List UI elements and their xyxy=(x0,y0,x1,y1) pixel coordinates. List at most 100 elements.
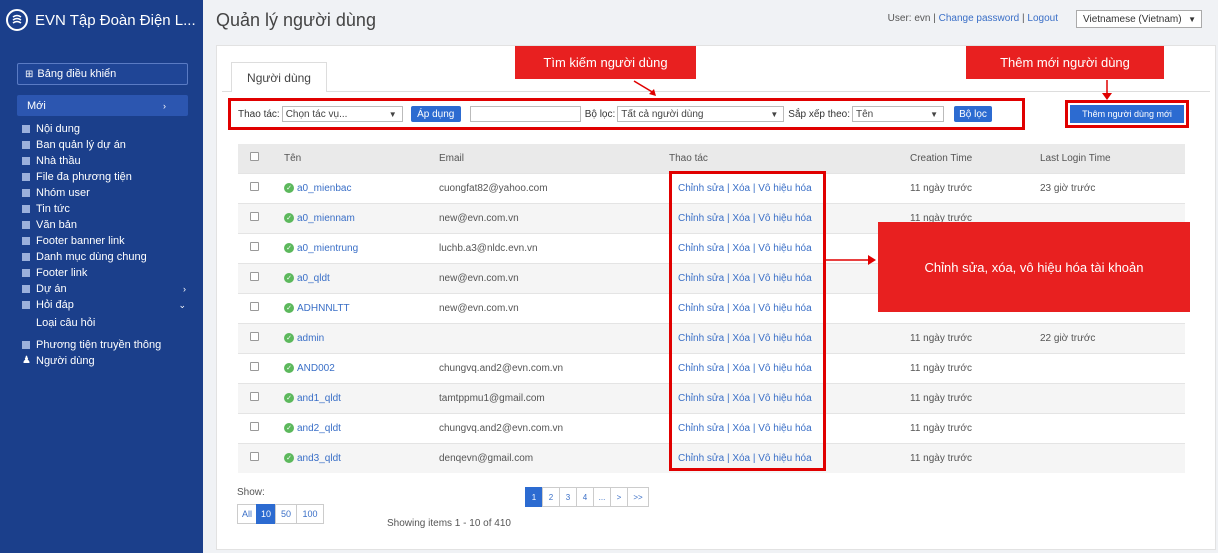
page-size-selector: All 10 50 100 xyxy=(237,504,324,524)
page-icon xyxy=(22,173,30,181)
username-link[interactable]: a0_qldt xyxy=(297,273,330,284)
username-link[interactable]: and1_qldt xyxy=(297,393,341,404)
evn-logo-icon xyxy=(6,9,28,31)
sidebar-item-footer-link[interactable]: Footer link xyxy=(22,265,192,281)
sidebar-item-van-ban[interactable]: Văn bản xyxy=(22,217,192,233)
row-checkbox[interactable] xyxy=(250,272,259,281)
sidebar-item-nhom-user[interactable]: Nhóm user xyxy=(22,185,192,201)
username-link[interactable]: a0_mientrung xyxy=(297,243,358,254)
username-link[interactable]: admin xyxy=(297,333,324,344)
sidebar-item-label: Nhà thầu xyxy=(36,155,81,167)
row-checkbox[interactable] xyxy=(250,332,259,341)
row-checkbox[interactable] xyxy=(250,392,259,401)
filter-label: Bộ lọc: xyxy=(584,108,616,120)
sidebar-item-noi-dung[interactable]: Nội dung xyxy=(22,121,192,137)
page-icon xyxy=(22,253,30,261)
new-menu-button[interactable]: Mới › xyxy=(17,95,188,116)
language-value: Vietnamese (Vietnam) xyxy=(1083,13,1182,25)
page-1[interactable]: 1 xyxy=(525,487,543,507)
row-checkbox[interactable] xyxy=(250,212,259,221)
page-size-50[interactable]: 50 xyxy=(275,504,297,524)
sidebar-item-users[interactable]: ♟ Người dùng xyxy=(22,353,192,369)
col-creation-time[interactable]: Creation Time xyxy=(910,144,1040,173)
username-link[interactable]: and2_qldt xyxy=(297,423,341,434)
sidebar-item-label: Văn bản xyxy=(36,219,77,231)
tab-users[interactable]: Người dùng xyxy=(231,62,327,92)
sidebar-item-media[interactable]: Phương tiện truyền thông xyxy=(22,337,192,353)
sort-select[interactable]: Tên ▼ xyxy=(852,106,944,122)
page-4[interactable]: 4 xyxy=(576,487,594,507)
page-last[interactable]: >> xyxy=(627,487,649,507)
email-cell: new@evn.com.vn xyxy=(439,202,669,233)
email-cell xyxy=(439,322,669,353)
sidebar-item-label: Tin tức xyxy=(36,203,70,215)
action-select[interactable]: Chọn tác vụ... ▼ xyxy=(281,106,403,122)
sidebar-item-label: Footer link xyxy=(36,267,88,279)
callout-add-arrow-icon xyxy=(1102,80,1112,100)
add-user-button[interactable]: Thêm người dùng mới xyxy=(1070,105,1184,123)
language-select[interactable]: Vietnamese (Vietnam) ▼ xyxy=(1076,10,1202,28)
pagination: 1 2 3 4 ... > >> xyxy=(525,487,649,507)
page-next[interactable]: > xyxy=(610,487,628,507)
row-checkbox[interactable] xyxy=(250,422,259,431)
row-checkbox[interactable] xyxy=(250,452,259,462)
sidebar-item-nha-thau[interactable]: Nhà thầu xyxy=(22,153,192,169)
col-name[interactable]: Tên xyxy=(284,144,439,173)
username-link[interactable]: a0_miennam xyxy=(297,213,355,224)
last-login-cell xyxy=(1040,352,1185,383)
change-password-link[interactable]: Change password xyxy=(939,13,1020,24)
page-size-100[interactable]: 100 xyxy=(296,504,324,524)
active-check-icon: ✓ xyxy=(284,302,294,313)
sidebar-item-file[interactable]: File đa phương tiện xyxy=(22,169,192,185)
page-icon xyxy=(22,189,30,197)
page-size-10[interactable]: 10 xyxy=(256,504,276,524)
callout-add: Thêm mới người dùng xyxy=(966,46,1164,79)
sidebar-item-tin-tuc[interactable]: Tin tức xyxy=(22,201,192,217)
sidebar-item-label: Hỏi đáp xyxy=(36,299,74,311)
sidebar-item-hoi-dap[interactable]: Hỏi đáp ⌄ xyxy=(22,297,192,313)
active-check-icon: ✓ xyxy=(284,362,294,373)
sidebar-item-danh-muc[interactable]: Danh mục dùng chung xyxy=(22,249,192,265)
row-checkbox[interactable] xyxy=(250,242,259,251)
separator: | xyxy=(1022,13,1025,24)
logout-link[interactable]: Logout xyxy=(1027,13,1058,24)
username-link[interactable]: a0_mienbac xyxy=(297,183,351,194)
page-size-all[interactable]: All xyxy=(237,504,257,524)
creation-time-cell: 11 ngày trước xyxy=(910,442,1040,473)
sidebar-item-label: Footer banner link xyxy=(36,235,125,247)
row-checkbox[interactable] xyxy=(250,182,259,191)
username-link[interactable]: ADHNNLTT xyxy=(297,303,350,314)
dashboard-button[interactable]: ⊞ Bảng điều khiển xyxy=(17,63,188,85)
row-checkbox[interactable] xyxy=(250,302,259,311)
page-ellipsis[interactable]: ... xyxy=(593,487,611,507)
page-3[interactable]: 3 xyxy=(559,487,577,507)
apply-button[interactable]: Áp dụng xyxy=(410,106,461,122)
callout-search: Tìm kiếm người dùng xyxy=(515,46,696,79)
sidebar-subitem-loai-cau-hoi[interactable]: Loại câu hỏi xyxy=(22,315,192,331)
sidebar-item-footer-banner[interactable]: Footer banner link xyxy=(22,233,192,249)
filter-value: Tất cả người dùng xyxy=(621,108,704,120)
row-checkbox[interactable] xyxy=(250,362,259,371)
page-2[interactable]: 2 xyxy=(542,487,560,507)
username-link[interactable]: AND002 xyxy=(297,363,335,374)
col-email[interactable]: Email xyxy=(439,144,669,173)
brand[interactable]: EVN Tập Đoàn Điện L... xyxy=(6,8,196,32)
username-link[interactable]: and3_qldt xyxy=(297,453,341,464)
table-header-row: Tên Email Thao tác Creation Time Last Lo… xyxy=(238,144,1185,173)
new-menu-label: Mới xyxy=(27,99,46,112)
filter-select[interactable]: Tất cả người dùng ▼ xyxy=(617,106,785,122)
sidebar-item-du-an[interactable]: Dự án › xyxy=(22,281,192,297)
email-cell: denqevn@gmail.com xyxy=(439,442,669,473)
select-all-checkbox[interactable] xyxy=(250,152,259,162)
chevron-right-icon: › xyxy=(163,100,166,111)
email-cell: chungvq.and2@evn.com.vn xyxy=(439,412,669,443)
last-login-cell: 23 giờ trước xyxy=(1040,172,1185,203)
sort-label: Sắp xếp theo: xyxy=(788,108,850,120)
sidebar-item-ban-quan-ly[interactable]: Ban quản lý dự án xyxy=(22,137,192,153)
col-last-login[interactable]: Last Login Time xyxy=(1040,144,1185,173)
filter-button[interactable]: Bộ lọc xyxy=(954,106,992,122)
callout-actions: Chỉnh sửa, xóa, vô hiệu hóa tài khoản xyxy=(878,222,1190,312)
page-icon xyxy=(22,285,30,293)
search-input[interactable] xyxy=(469,106,581,122)
page-icon xyxy=(22,269,30,277)
